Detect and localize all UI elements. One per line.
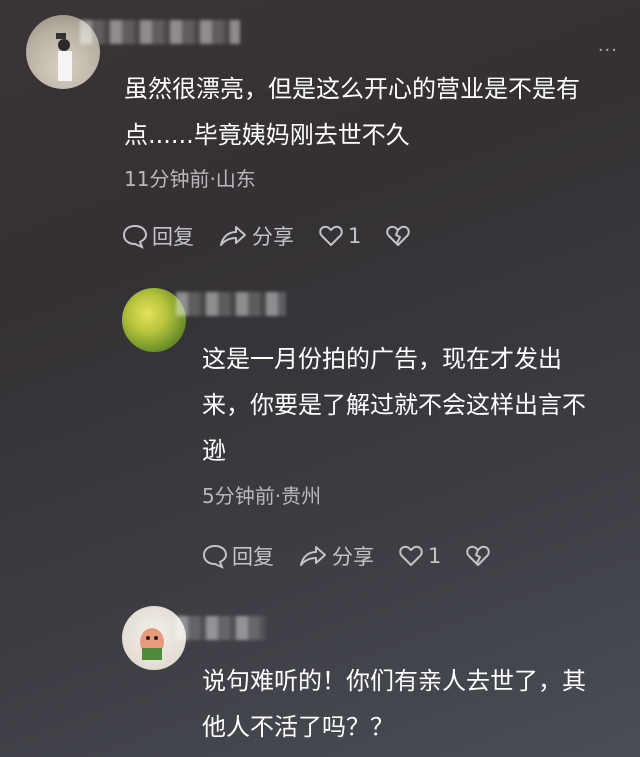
comment-meta: 5分钟前·贵州 xyxy=(202,484,322,508)
comment-actions: 回复 分享 1 xyxy=(122,221,439,251)
comment-meta: 11分钟前·山东 xyxy=(124,167,256,191)
reply-text: 这是一月份拍的广告，现在才发出 来，你要是了解过就不会这样出言不 逊 xyxy=(202,336,586,474)
like-count: 1 xyxy=(348,224,362,248)
comment-text-line: 点......毕竟姨妈刚去世不久 xyxy=(124,121,410,149)
comment-text-line: 说句难听的！你们有亲人去世了，其 xyxy=(202,667,586,695)
comment-text-line: 来，你要是了解过就不会这样出言不 xyxy=(202,391,586,419)
share-arrow-icon xyxy=(220,226,246,246)
reply-text: 说句难听的！你们有亲人去世了，其 他人不活了吗？？ xyxy=(202,658,586,750)
like-count: 1 xyxy=(428,544,442,568)
dislike-button[interactable] xyxy=(385,224,415,248)
username-blurred[interactable] xyxy=(176,292,286,316)
reply-button[interactable]: 回复 xyxy=(202,541,274,571)
share-arrow-icon xyxy=(300,546,326,566)
comment-text-line: 虽然很漂亮，但是这么开心的营业是不是有 xyxy=(124,75,580,103)
share-label: 分享 xyxy=(332,545,374,569)
comment-text-line: 逊 xyxy=(202,437,226,465)
heart-icon xyxy=(399,545,423,566)
comment-text: 虽然很漂亮，但是这么开心的营业是不是有 点......毕竟姨妈刚去世不久 xyxy=(124,66,580,158)
reply-label: 回复 xyxy=(232,545,274,569)
like-button[interactable]: 1 xyxy=(398,544,441,568)
reply-label: 回复 xyxy=(152,225,194,249)
comment-actions: 回复 分享 1 xyxy=(202,541,519,571)
username-blurred[interactable] xyxy=(80,20,240,44)
comment-text-line: 他人不活了吗？？ xyxy=(202,713,394,741)
reply-bubble-icon xyxy=(122,224,148,249)
reply-bubble-icon xyxy=(202,544,228,569)
heart-icon xyxy=(319,225,343,246)
username-blurred[interactable] xyxy=(176,616,266,640)
broken-heart-icon xyxy=(466,545,491,566)
share-button[interactable]: 分享 xyxy=(218,221,294,251)
share-button[interactable]: 分享 xyxy=(298,541,374,571)
broken-heart-icon xyxy=(386,225,411,246)
dislike-button[interactable] xyxy=(465,544,495,568)
more-options-icon[interactable]: ··· xyxy=(598,40,618,61)
reply-button[interactable]: 回复 xyxy=(122,221,194,251)
like-button[interactable]: 1 xyxy=(318,224,361,248)
share-label: 分享 xyxy=(252,225,294,249)
comment-text-line: 这是一月份拍的广告，现在才发出 xyxy=(202,345,562,373)
